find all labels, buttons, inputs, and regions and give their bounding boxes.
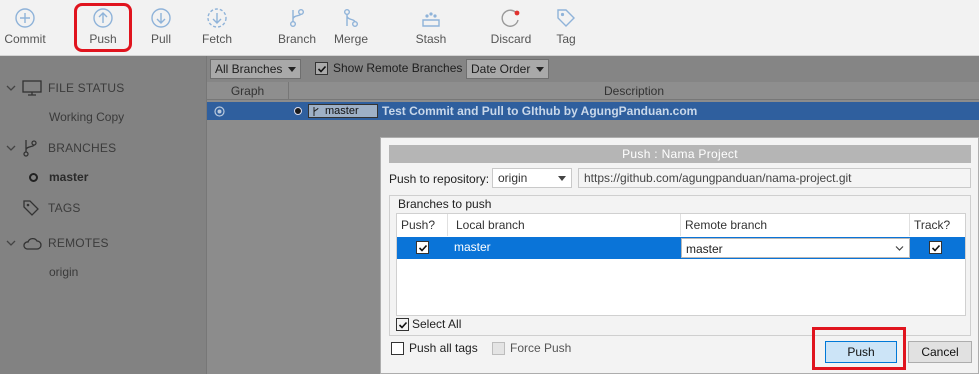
stash-label: Stash bbox=[415, 32, 447, 46]
current-branch-dot-icon bbox=[29, 173, 38, 182]
branch-label: Branch bbox=[277, 32, 317, 46]
local-branch-column-header: Local branch bbox=[448, 214, 681, 236]
force-push-checkbox[interactable] bbox=[492, 342, 505, 355]
branch-tag-text: master bbox=[325, 105, 359, 117]
merge-icon bbox=[343, 9, 358, 27]
merge-button[interactable]: Merge bbox=[332, 0, 370, 56]
sidebar: FILE STATUS Working Copy BRANCHES master… bbox=[0, 56, 207, 374]
commit-button[interactable]: Commit bbox=[2, 0, 48, 56]
repo-select-value: origin bbox=[498, 171, 528, 185]
checkmark-icon bbox=[317, 65, 327, 73]
show-remote-label: Show Remote Branches bbox=[333, 61, 463, 75]
tag-button[interactable]: Tag bbox=[554, 0, 578, 56]
monitor-icon bbox=[22, 80, 42, 96]
repo-url-field[interactable]: https://github.com/agungpanduan/nama-pro… bbox=[578, 168, 971, 188]
discard-label: Discard bbox=[490, 32, 532, 46]
tags-heading: TAGS bbox=[48, 201, 81, 215]
push-column-header: Push? bbox=[397, 214, 448, 236]
chevron-down-icon bbox=[6, 85, 16, 91]
track-column-header: Track? bbox=[914, 218, 951, 232]
discard-icon bbox=[501, 9, 520, 27]
remote-branch-select[interactable]: master bbox=[681, 238, 910, 258]
chevron-down-icon bbox=[6, 240, 16, 246]
order-select[interactable]: Date Order bbox=[466, 59, 549, 79]
select-all-label: Select All bbox=[412, 317, 462, 331]
branches-filter-select[interactable]: All Branches bbox=[210, 59, 301, 79]
branches-group-label: Branches to push bbox=[398, 197, 492, 211]
branch-label-tag: master bbox=[308, 104, 378, 118]
branch-row[interactable]: master master bbox=[397, 237, 965, 259]
force-push-label: Force Push bbox=[510, 341, 572, 355]
chevron-down-icon bbox=[558, 176, 566, 181]
chevron-down-icon bbox=[536, 67, 544, 72]
remote-branch-column-header: Remote branch bbox=[681, 214, 910, 236]
cancel-button[interactable]: Cancel bbox=[908, 341, 972, 363]
commit-label: Commit bbox=[4, 32, 46, 46]
branch-button[interactable]: Branch bbox=[276, 0, 318, 56]
sidebar-item-origin[interactable]: origin bbox=[49, 265, 78, 279]
commit-node-icon bbox=[294, 107, 302, 115]
push-highlight-box bbox=[74, 3, 132, 52]
push-dialog: Push : Nama Project Push to repository: … bbox=[380, 137, 979, 374]
fetch-icon bbox=[207, 8, 227, 28]
commit-row-selected[interactable]: master Test Commit and Pull to GIthub by… bbox=[207, 102, 979, 120]
tag-label: Tag bbox=[556, 32, 576, 46]
branches-heading: BRANCHES bbox=[48, 141, 117, 155]
branch-icon bbox=[23, 140, 37, 157]
track-branch-checkbox[interactable] bbox=[929, 241, 942, 254]
chevron-down-icon bbox=[288, 67, 296, 72]
stash-icon bbox=[422, 12, 440, 27]
filter-bar: All Branches Show Remote Branches Date O… bbox=[207, 56, 979, 82]
history-column-header: Graph Description bbox=[207, 82, 979, 100]
merge-label: Merge bbox=[333, 32, 368, 46]
fetch-button[interactable]: Fetch bbox=[199, 0, 235, 56]
discard-button[interactable]: Discard bbox=[489, 0, 533, 56]
branches-grid: Push? Local branch Remote branch Track? … bbox=[396, 213, 966, 316]
local-branch-cell: master bbox=[454, 240, 491, 254]
tag-icon bbox=[23, 200, 39, 216]
radio-icon bbox=[214, 106, 225, 117]
push-confirm-button[interactable]: Push bbox=[825, 341, 897, 363]
push-branch-checkbox[interactable] bbox=[416, 241, 429, 254]
graph-column-header[interactable]: Graph bbox=[207, 82, 289, 100]
show-remote-checkbox[interactable] bbox=[315, 62, 328, 75]
sidebar-item-master[interactable]: master bbox=[49, 170, 88, 184]
repo-select[interactable]: origin bbox=[492, 168, 572, 188]
branch-icon bbox=[289, 9, 304, 27]
branches-group: Branches to push Push? Local branch Remo… bbox=[389, 195, 971, 336]
stash-button[interactable]: Stash bbox=[414, 0, 448, 56]
branch-icon bbox=[313, 107, 319, 116]
push-all-tags-label: Push all tags bbox=[409, 341, 478, 355]
pull-icon bbox=[151, 8, 171, 28]
cloud-icon bbox=[23, 237, 42, 250]
sidebar-item-working-copy[interactable]: Working Copy bbox=[49, 110, 124, 124]
tag-icon bbox=[557, 9, 575, 27]
branches-filter-value: All Branches bbox=[215, 62, 283, 76]
remotes-heading: REMOTES bbox=[48, 236, 109, 250]
remote-branch-value: master bbox=[686, 242, 723, 256]
toolbar: Commit Push Pull Fetch Branch Merge Stas… bbox=[0, 0, 979, 56]
checkmark-icon bbox=[931, 244, 941, 252]
description-column-header[interactable]: Description bbox=[289, 82, 979, 100]
file-status-heading: FILE STATUS bbox=[48, 81, 125, 95]
chevron-down-icon bbox=[6, 145, 16, 151]
dialog-title: Push : Nama Project bbox=[389, 145, 971, 163]
fetch-label: Fetch bbox=[201, 32, 232, 46]
push-all-tags-checkbox[interactable] bbox=[391, 342, 404, 355]
push-button[interactable]: Push bbox=[74, 0, 132, 56]
chevron-down-icon bbox=[895, 246, 904, 251]
pull-button[interactable]: Pull bbox=[145, 0, 177, 56]
checkmark-icon bbox=[398, 321, 408, 329]
select-all-checkbox[interactable] bbox=[396, 318, 409, 331]
commit-message: Test Commit and Pull to GIthub by AgungP… bbox=[382, 104, 698, 118]
checkmark-icon bbox=[418, 244, 428, 252]
repo-label: Push to repository: bbox=[389, 172, 490, 186]
pull-label: Pull bbox=[150, 32, 171, 46]
order-value: Date Order bbox=[471, 62, 531, 76]
commit-icon bbox=[15, 8, 35, 28]
